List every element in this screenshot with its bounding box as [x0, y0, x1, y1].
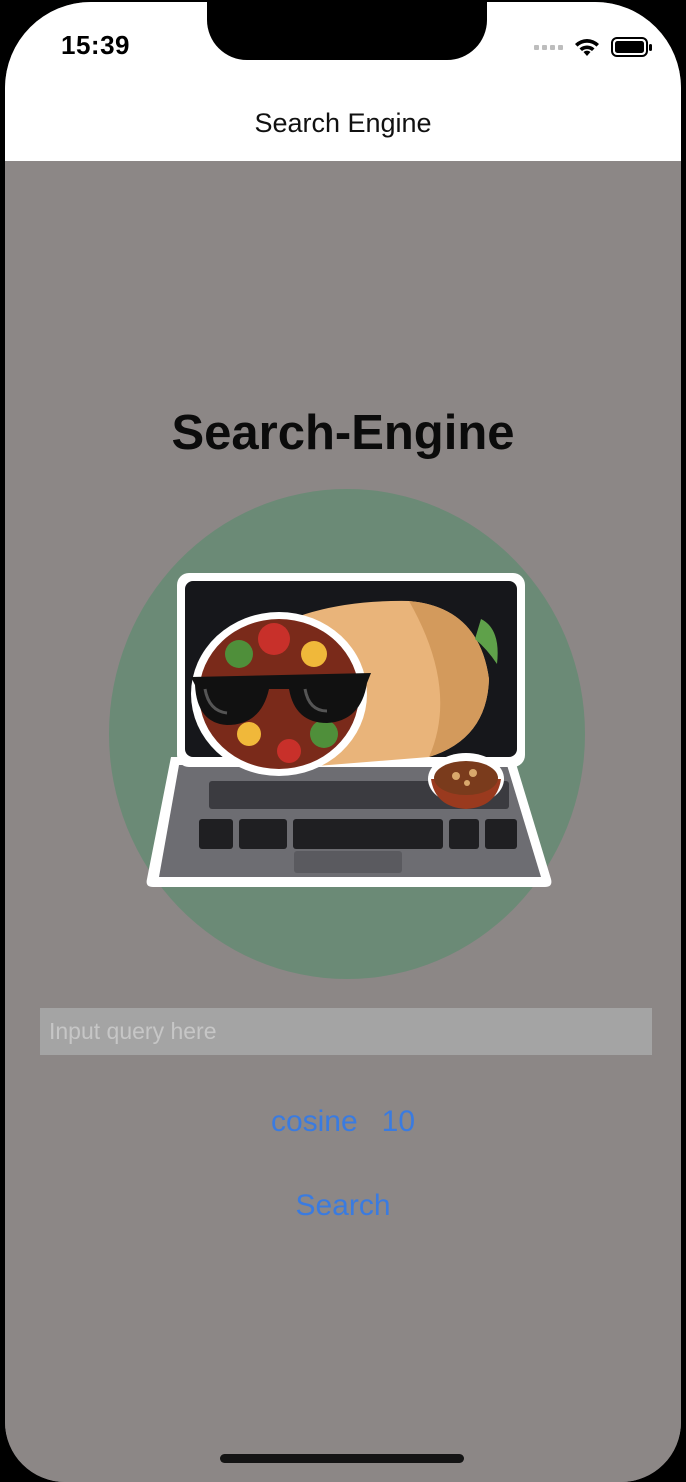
search-options: cosine 10 — [5, 1105, 681, 1139]
status-bar: 15:39 — [5, 2, 681, 90]
page-title: Search-Engine — [171, 406, 515, 460]
status-icons — [534, 36, 653, 58]
phone-frame: 15:39 Search Engine Search-Engine Input … — [0, 0, 686, 1482]
nav-title: Search Engine — [254, 108, 432, 138]
status-time: 15:39 — [61, 30, 130, 60]
query-input[interactable] — [40, 1008, 652, 1055]
main-content: Search-Engine Input query here cosine 10… — [5, 161, 681, 1482]
similarity-metric-picker[interactable]: cosine — [271, 1105, 358, 1139]
cellular-signal-icon — [534, 44, 563, 50]
wifi-icon — [575, 39, 599, 56]
camera-notch — [207, 2, 487, 60]
search-button[interactable]: Search — [5, 1189, 681, 1223]
navigation-bar: Search Engine — [5, 90, 681, 161]
app-screen: 15:39 Search Engine Search-Engine Input … — [5, 2, 681, 1482]
battery-icon — [611, 37, 652, 57]
result-count-picker[interactable]: 10 — [382, 1105, 415, 1139]
burrito-laptop-logo-icon — [109, 489, 585, 979]
home-indicator — [220, 1454, 464, 1463]
